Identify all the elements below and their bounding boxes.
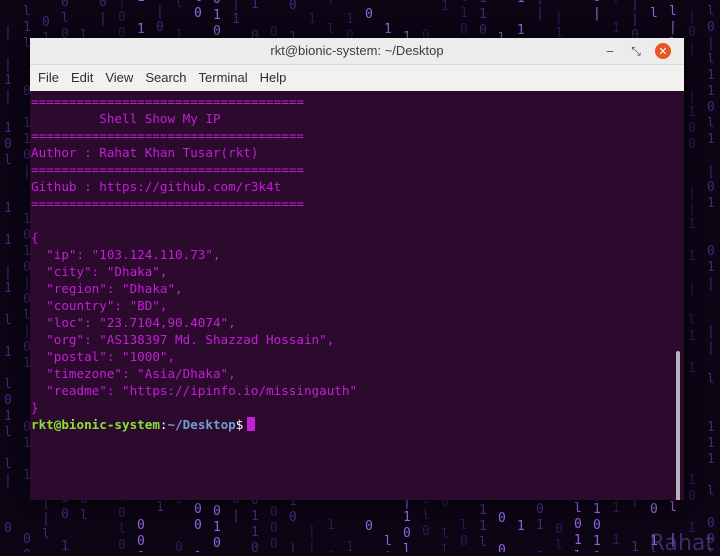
terminal-line: Shell Show My IP (31, 111, 221, 126)
menu-terminal[interactable]: Terminal (193, 65, 254, 91)
matrix-column: | 0 | | 1 0 0 | | 1 1 | l 1 1 1 0 1 0 (688, 9, 696, 536)
terminal-line: { (31, 230, 39, 245)
prompt-colon: : (159, 417, 168, 432)
shell-prompt[interactable]: rkt@bionic-system:~/Desktop$ (31, 416, 357, 433)
menu-file[interactable]: File (32, 65, 65, 91)
window-title: rkt@bionic-system: ~/Desktop (270, 43, 444, 58)
desktop-corner-text: Rahat (649, 531, 714, 556)
terminal-line: "org": "AS138397 Md. Shazzad Hossain", (31, 332, 335, 347)
close-button[interactable]: ✕ (654, 42, 672, 60)
prompt-dollar: $ (235, 417, 244, 432)
text-cursor (247, 417, 256, 431)
terminal-line: "region": "Dhaka", (31, 281, 183, 296)
minimize-icon: ‒ (606, 44, 614, 58)
terminal-lines: ==================================== She… (31, 93, 357, 433)
terminal-line: ==================================== (31, 128, 304, 143)
menu-bar: File Edit View Search Terminal Help (30, 65, 684, 92)
terminal-line: ==================================== (31, 94, 304, 109)
menu-search[interactable]: Search (139, 65, 192, 91)
terminal-line: ==================================== (31, 196, 304, 211)
terminal-output[interactable]: ==================================== She… (30, 91, 684, 500)
terminal-line: "city": "Dhaka", (31, 264, 168, 279)
close-icon: ✕ (655, 43, 671, 59)
prompt-path: ~/Desktop (167, 417, 236, 432)
terminal-line: Github : https://github.com/r3k4t (31, 179, 282, 194)
menu-edit[interactable]: Edit (65, 65, 99, 91)
terminal-line: } (31, 400, 39, 415)
terminal-line: "ip": "103.124.110.73", (31, 247, 221, 262)
terminal-scrollbar[interactable] (676, 351, 680, 500)
terminal-line: ==================================== (31, 162, 304, 177)
menu-view[interactable]: View (99, 65, 139, 91)
matrix-column: | | 1 | 1 0 l 1 1 | 1 l 1 l 0 1 l l | 0 … (4, 25, 12, 536)
prompt-user-host: rkt@bionic-system (31, 417, 160, 432)
minimize-button[interactable]: ‒ (601, 42, 619, 60)
terminal-line: Author : Rahat Khan Tusar(rkt) (31, 145, 259, 160)
terminal-line: "loc": "23.7104,90.4074", (31, 315, 236, 330)
maximize-button[interactable]: ⤡ (627, 42, 645, 60)
terminal-line: "country": "BD", (31, 298, 168, 313)
maximize-icon: ⤡ (631, 43, 641, 58)
menu-help[interactable]: Help (254, 65, 293, 91)
terminal-line: "readme": "https://ipinfo.io/missingauth… (31, 383, 358, 398)
terminal-line: "timezone": "Asia/Dhaka", (31, 366, 236, 381)
matrix-column: l 0 | l 1 1 0 l 1 | 0 1 0 1 | | | l 1 1 … (707, 4, 715, 552)
terminal-window[interactable]: rkt@bionic-system: ~/Desktop ‒ ⤡ ✕ File … (30, 38, 684, 500)
terminal-line: "postal": "1000", (31, 349, 176, 364)
title-bar[interactable]: rkt@bionic-system: ~/Desktop ‒ ⤡ ✕ (30, 38, 684, 65)
